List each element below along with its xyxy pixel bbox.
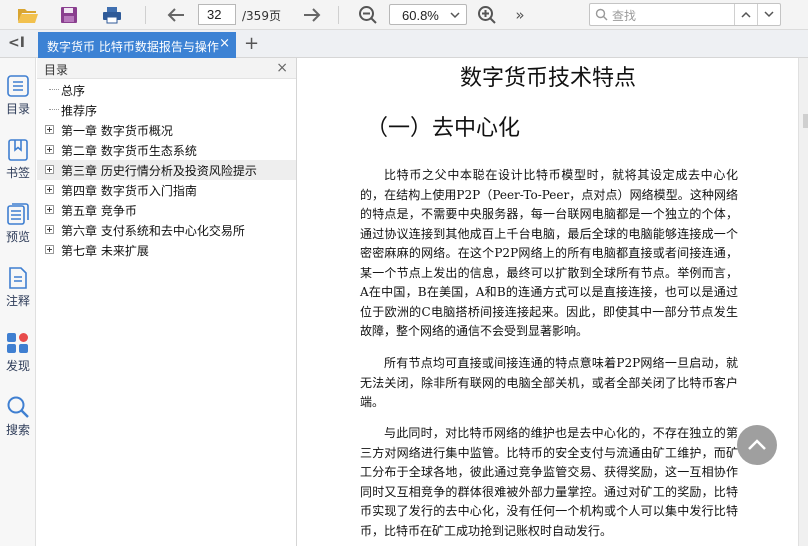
rail-item-label: 书签 — [5, 166, 30, 180]
zoom-in-button[interactable] — [475, 3, 499, 27]
expand-icon[interactable] — [45, 145, 54, 154]
outline-item-selected[interactable]: 第三章 历史行情分析及投资风险提示 — [37, 160, 296, 180]
rail-item-label: 预览 — [5, 230, 30, 244]
print-icon[interactable] — [100, 3, 124, 27]
tab-bar: <I 数字货币 比特币数据报告与操作 × + — [0, 30, 808, 58]
rail-item-annotation[interactable]: 注释 — [0, 266, 36, 309]
chevron-up-icon — [748, 439, 766, 450]
search-icon — [7, 396, 29, 418]
main-toolbar: /359页 60.8% » 查找 — [0, 0, 808, 30]
outline-item-label: 总序 — [61, 84, 86, 98]
outline-item[interactable]: 推荐序 — [37, 100, 296, 120]
section-title: 数字货币技术特点 — [459, 66, 636, 91]
rail-item-search[interactable]: 搜索 — [0, 395, 36, 438]
zoom-out-button[interactable] — [356, 3, 380, 27]
outline-item[interactable]: 第一章 数字货币概况 — [37, 120, 296, 140]
section-heading: （一）去中心化 — [366, 116, 521, 141]
outline-item[interactable]: 总序 — [37, 80, 296, 100]
rail-item-preview[interactable]: 预览 — [0, 202, 36, 245]
discover-icon — [7, 333, 28, 353]
bookmark-icon — [8, 139, 28, 161]
tab-document[interactable]: 数字货币 比特币数据报告与操作 × — [38, 32, 236, 58]
expand-icon[interactable] — [45, 185, 54, 194]
page-number-input[interactable] — [198, 4, 236, 25]
outline-item-label: 第二章 数字货币生态系统 — [61, 144, 197, 158]
pages-icon — [7, 203, 29, 225]
outline-item-label: 第七章 未来扩展 — [61, 244, 149, 258]
outline-item-label: 推荐序 — [61, 104, 98, 118]
rail-item-outline[interactable]: 目录 — [0, 74, 36, 117]
tree-connector — [49, 89, 59, 90]
more-tools-button[interactable]: » — [508, 3, 532, 27]
outline-header: 目录 × — [37, 58, 296, 79]
outline-item-label: 第六章 支付系统和去中心化交易所 — [61, 224, 245, 238]
outline-item-label: 第三章 历史行情分析及投资风险提示 — [61, 164, 257, 178]
tree-connector — [49, 109, 59, 110]
toolbar-separator — [145, 6, 146, 24]
outline-item[interactable]: 第五章 竞争币 — [37, 200, 296, 220]
search-placeholder: 查找 — [612, 9, 637, 23]
expand-icon[interactable] — [45, 165, 54, 174]
save-icon[interactable] — [57, 3, 81, 27]
expand-icon[interactable] — [45, 225, 54, 234]
zoom-value: 60.8% — [402, 8, 439, 23]
chevron-down-icon — [764, 11, 774, 18]
back-to-top-button[interactable] — [737, 425, 777, 465]
add-tab-button[interactable]: + — [244, 33, 259, 54]
paragraph: 与此同时，对比特币网络的维护也是去中心化的，不存在独立的第三方对网络进行集中监管… — [360, 426, 738, 538]
search-icon — [595, 8, 608, 21]
previous-page-button[interactable] — [164, 3, 188, 27]
document-page[interactable]: 数字货币技术特点 （一）去中心化 比特币之父中本聪在设计比特币模型时，就将其设定… — [298, 58, 798, 546]
next-page-button[interactable] — [300, 3, 324, 27]
search-box[interactable]: 查找 — [589, 3, 781, 26]
paragraph: 比特币之父中本聪在设计比特币模型时，就将其设定成去中心化的，在结构上使用P2P（… — [360, 168, 738, 338]
outline-item-label: 第五章 竞争币 — [61, 204, 137, 218]
rail-item-label: 搜索 — [5, 423, 30, 437]
close-outline-icon[interactable]: × — [276, 60, 288, 76]
search-down-button[interactable] — [757, 4, 780, 25]
rail-item-label: 注释 — [5, 294, 30, 308]
outline-item[interactable]: 第六章 支付系统和去中心化交易所 — [37, 220, 296, 240]
left-rail: 目录 书签 预览 注释 发现 搜索 — [0, 58, 36, 546]
folder-open-icon[interactable] — [16, 3, 40, 27]
list-icon — [7, 75, 29, 97]
outline-item[interactable]: 第二章 数字货币生态系统 — [37, 140, 296, 160]
rail-item-label: 发现 — [5, 359, 30, 373]
outline-panel: 目录 × 总序 推荐序 第一章 数字货币概况 第二章 数字货币生态系统 第三章 … — [37, 58, 297, 546]
rail-item-bookmark[interactable]: 书签 — [0, 138, 36, 181]
search-up-button[interactable] — [734, 4, 757, 25]
toolbar-separator — [338, 6, 339, 24]
total-pages-label: /359页 — [242, 9, 281, 23]
chevron-up-icon — [741, 11, 751, 18]
expand-icon[interactable] — [45, 125, 54, 134]
vertical-scrollbar[interactable] — [798, 58, 808, 546]
note-icon — [9, 267, 27, 289]
rail-item-discover[interactable]: 发现 — [0, 331, 36, 374]
outline-title: 目录 — [44, 63, 69, 77]
paragraph: 所有节点均可直接或间接连通的特点意味着P2P网络一旦启动，就无法关闭，除非所有联… — [360, 356, 738, 409]
outline-item-label: 第四章 数字货币入门指南 — [61, 184, 197, 198]
rail-item-label: 目录 — [5, 102, 30, 116]
outline-item[interactable]: 第七章 未来扩展 — [37, 240, 296, 260]
expand-icon[interactable] — [45, 205, 54, 214]
outline-item-label: 第一章 数字货币概况 — [61, 124, 173, 138]
collapse-sidebar-button[interactable]: <I — [8, 35, 25, 51]
scrollbar-thumb[interactable] — [803, 114, 808, 128]
expand-icon[interactable] — [45, 245, 54, 254]
tab-label: 数字货币 比特币数据报告与操作 — [47, 40, 219, 54]
zoom-select[interactable]: 60.8% — [389, 4, 467, 25]
close-tab-icon[interactable]: × — [219, 36, 230, 51]
chevron-down-icon — [450, 12, 460, 19]
outline-item[interactable]: 第四章 数字货币入门指南 — [37, 180, 296, 200]
